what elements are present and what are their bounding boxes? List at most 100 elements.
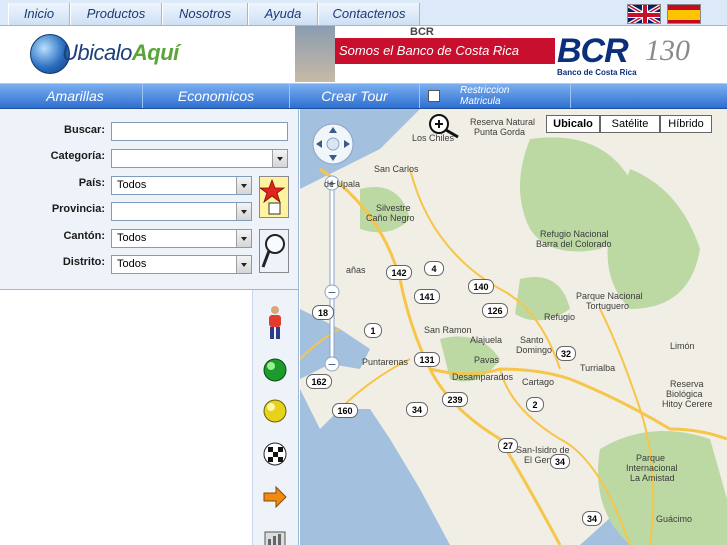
map-view[interactable]: + − − Ubicalo Satélite Híbrido Reserva N… (300, 109, 727, 545)
arrow-right-icon[interactable] (262, 484, 288, 510)
maptype-ubicalo[interactable]: Ubicalo (546, 115, 600, 133)
subnav-spacer (570, 84, 727, 108)
route-shield: 126 (482, 303, 508, 318)
nav-item-ayuda[interactable]: Ayuda (248, 3, 318, 25)
chevron-down-icon (236, 256, 251, 273)
route-shield: 18 (312, 305, 334, 320)
map-label: Reserva Natural (470, 117, 536, 127)
maptype-satelite[interactable]: Satélite (600, 115, 660, 133)
ad-slogan: Somos el Banco de Costa Rica (335, 38, 555, 64)
map-label: Hitoy Cerere (662, 399, 713, 409)
route-shield: 4 (424, 261, 444, 276)
map-label: Alajuela (470, 335, 503, 345)
distrito-label: Distrito: (62, 256, 105, 268)
route-shield: 27 (498, 438, 518, 453)
tab-crear-tour[interactable]: Crear Tour (290, 84, 420, 108)
map-label: Caño Negro (366, 213, 415, 223)
star-icon (258, 178, 286, 215)
uk-flag-icon[interactable] (627, 4, 661, 24)
route-shield: 34 (582, 511, 602, 526)
map-label: Silvestre (376, 203, 411, 213)
restriction-checkbox[interactable] (428, 90, 440, 102)
route-shield: 131 (414, 352, 440, 367)
search-button[interactable] (259, 229, 289, 273)
zoom-control[interactable]: + − − (323, 175, 341, 373)
ad-top-text: BCR (410, 26, 434, 38)
map-label: de Upala (324, 179, 361, 189)
logo-text: UbicaloAquí (62, 40, 179, 65)
tab-amarillas[interactable]: Amarillas (8, 84, 143, 108)
chart-icon[interactable] (262, 528, 288, 545)
yellow-light-icon[interactable] (262, 398, 288, 424)
app-root: Inicio Productos Nosotros Ayuda Contacte… (0, 0, 727, 545)
categoria-label: Categoría: (50, 150, 105, 162)
nav-item-productos[interactable]: Productos (70, 3, 162, 25)
route-shield: 140 (468, 279, 494, 294)
search-form: Buscar: Categoría: País: Todos Provincia… (0, 109, 299, 290)
restriction-label: Restriccion Matricula (460, 85, 510, 107)
nav-item-inicio[interactable]: Inicio (8, 3, 70, 25)
map-label: Barra del Colorado (536, 239, 612, 249)
category-nav: Amarillas Economicos Crear Tour Restricc… (0, 84, 727, 109)
route-shield: 239 (442, 392, 468, 407)
map-label: San Carlos (374, 164, 419, 174)
map-label: Tortuguero (586, 301, 630, 311)
nav-item-nosotros[interactable]: Nosotros (162, 3, 248, 25)
map-label: Refugio (544, 312, 576, 322)
results-panel (0, 290, 253, 545)
provincia-select[interactable] (111, 202, 252, 221)
route-shield: 142 (386, 265, 412, 280)
spain-flag-icon[interactable] (667, 4, 701, 24)
pan-control[interactable] (312, 123, 354, 165)
green-light-icon[interactable] (262, 357, 288, 383)
search-input[interactable] (111, 122, 288, 141)
chevron-down-icon (236, 203, 251, 220)
map-label: Santo (520, 335, 544, 345)
map-label: Refugio Nacional (540, 229, 609, 239)
route-shield: 160 (332, 403, 358, 418)
map-label: Limón (670, 341, 695, 351)
nav-item-contactenos[interactable]: Contactenos (318, 3, 420, 25)
distrito-select[interactable]: Todos (111, 255, 252, 274)
tab-economicos[interactable]: Economicos (143, 84, 290, 108)
canton-select[interactable]: Todos (111, 229, 252, 248)
pais-label: País: (78, 177, 105, 189)
categoria-select[interactable] (111, 149, 288, 168)
svg-text:−: − (327, 358, 336, 371)
site-logo[interactable]: UbicaloAquí (30, 30, 190, 78)
person-icon[interactable] (262, 305, 288, 341)
checkered-flag-icon[interactable] (262, 441, 288, 467)
map-label: Domingo (516, 345, 553, 355)
map-label: San Ramon (424, 325, 472, 335)
map-label: Parque Nacional (576, 291, 643, 301)
ad-brand: BCR (557, 32, 629, 70)
banner: UbicaloAquí BCR Somos el Banco de Costa … (0, 26, 727, 84)
map-tools-bar (253, 290, 299, 545)
map-label: La Amistad (630, 473, 675, 483)
canton-value: Todos (117, 232, 147, 244)
route-shield: 1 (364, 323, 382, 338)
pais-select[interactable]: Todos (111, 176, 252, 195)
route-shield: 2 (526, 397, 544, 412)
map-label: Biológica (666, 389, 703, 399)
canton-label: Cantón: (63, 230, 105, 242)
map-label: Puntarenas (362, 357, 409, 367)
chevron-down-icon (236, 177, 251, 194)
route-shield: 141 (414, 289, 440, 304)
ad-brand-sub: Banco de Costa Rica (557, 68, 637, 77)
bcr-advertisement[interactable]: BCR Somos el Banco de Costa Rica BCR Ban… (295, 26, 727, 82)
maptype-hibrido[interactable]: Híbrido (660, 115, 712, 133)
svg-text:−: − (327, 286, 336, 299)
route-shield: 34 (406, 402, 428, 417)
ad-photo (295, 26, 335, 82)
provincia-label: Provincia: (51, 203, 105, 215)
map-label: Turrialba (580, 363, 616, 373)
map-label: Cartago (522, 377, 555, 387)
chevron-down-icon (236, 230, 251, 247)
top-nav: Inicio Productos Nosotros Ayuda Contacte… (0, 0, 727, 26)
map-label: Reserva (670, 379, 704, 389)
buscar-label: Buscar: (64, 124, 105, 136)
map-label: añas (346, 265, 366, 275)
map-label: Parque (636, 453, 666, 463)
favorite-button[interactable] (258, 176, 289, 218)
